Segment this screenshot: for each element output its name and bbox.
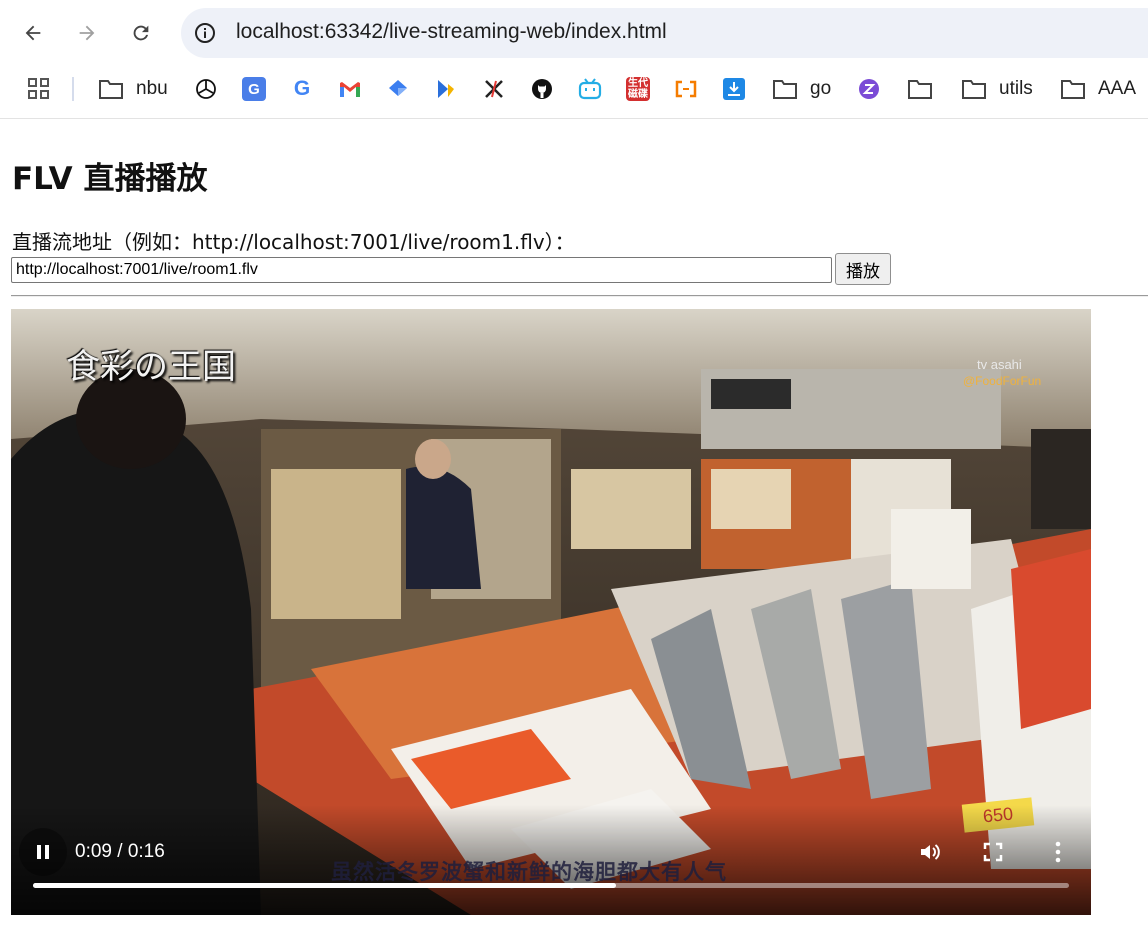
folder-icon bbox=[773, 80, 797, 99]
video-player[interactable]: 食彩の王国 tv asahi @FoodForFun 650 虽然活冬罗波蟹和新… bbox=[11, 309, 1091, 915]
volume-icon bbox=[921, 844, 940, 860]
browser-chrome: localhost:63342/live-streaming-web/index… bbox=[0, 0, 1148, 119]
page-content: FLV 直播播放 直播流地址（例如：http://localhost:7001/… bbox=[0, 119, 1148, 950]
video-subtitle: 虽然活冬罗波蟹和新鲜的海胆都大有人气 bbox=[331, 860, 727, 884]
play-button[interactable]: 播放 bbox=[835, 253, 891, 285]
more-options-button[interactable] bbox=[1043, 837, 1073, 867]
bookmark-bird[interactable] bbox=[434, 74, 458, 104]
divider bbox=[11, 295, 1148, 297]
time-display: 0:09 / 0:16 bbox=[75, 841, 165, 862]
volume-button[interactable] bbox=[915, 837, 945, 867]
bookmark-go[interactable]: go bbox=[772, 74, 831, 104]
bookmark-download[interactable] bbox=[722, 74, 746, 104]
bookmark-google[interactable]: G bbox=[290, 74, 314, 104]
channel-watermark: tv asahi bbox=[977, 357, 1022, 372]
folder-icon bbox=[1061, 80, 1085, 99]
bookmarks-separator bbox=[72, 77, 74, 101]
stream-url-input[interactable] bbox=[11, 257, 832, 283]
apps-grid-icon bbox=[28, 78, 49, 99]
zotero-icon bbox=[859, 79, 879, 99]
bookmark-folder[interactable] bbox=[907, 74, 933, 104]
reload-button[interactable] bbox=[123, 15, 159, 51]
progress-bar[interactable] bbox=[33, 883, 1069, 888]
forward-button[interactable] bbox=[69, 15, 105, 51]
apps-button[interactable] bbox=[27, 74, 51, 104]
fullscreen-button[interactable] bbox=[978, 837, 1008, 867]
diamond-icon bbox=[389, 80, 407, 96]
back-button[interactable] bbox=[15, 15, 51, 51]
bilibili-icon bbox=[578, 78, 602, 100]
openai-icon bbox=[196, 79, 216, 99]
google-icon: G bbox=[293, 77, 311, 100]
folder-icon bbox=[99, 80, 123, 99]
gmail-icon bbox=[340, 82, 360, 97]
bookmarks-bar: nbu G G 生代 磁碟 go utils AAA bbox=[0, 68, 1148, 110]
folder-icon bbox=[962, 80, 986, 99]
more-vertical-icon bbox=[1055, 841, 1061, 863]
brackets-icon bbox=[675, 80, 697, 98]
download-icon bbox=[723, 78, 745, 100]
progress-fill bbox=[33, 883, 616, 888]
url-text[interactable]: localhost:63342/live-streaming-web/index… bbox=[236, 20, 667, 44]
bookmark-x[interactable] bbox=[482, 74, 506, 104]
folder-icon bbox=[908, 80, 932, 99]
pause-icon bbox=[37, 845, 49, 859]
address-bar[interactable]: localhost:63342/live-streaming-web/index… bbox=[181, 8, 1148, 58]
page-title: FLV 直播播放 bbox=[12, 161, 208, 197]
bookmark-nbu[interactable]: nbu bbox=[98, 74, 168, 104]
github-icon bbox=[532, 79, 552, 99]
bookmark-openai[interactable] bbox=[194, 74, 218, 104]
program-logo: 食彩の王国 bbox=[66, 347, 236, 387]
pause-button[interactable] bbox=[19, 828, 67, 876]
reload-icon bbox=[133, 25, 149, 41]
back-arrow-icon bbox=[25, 25, 41, 41]
bookmark-bilibili[interactable] bbox=[578, 74, 602, 104]
x-icon bbox=[485, 80, 503, 98]
bookmark-diamond[interactable] bbox=[386, 74, 410, 104]
google-translate-icon: G bbox=[242, 77, 266, 101]
bird-icon bbox=[438, 80, 454, 98]
fullscreen-icon bbox=[983, 842, 1003, 862]
bookmark-aaa[interactable]: AAA bbox=[1060, 74, 1136, 104]
bookmark-generation[interactable]: 生代 磁碟 bbox=[626, 74, 650, 104]
channel-handle: @FoodForFun bbox=[963, 374, 1042, 388]
info-icon[interactable] bbox=[193, 21, 217, 45]
bookmark-gmail[interactable] bbox=[338, 74, 362, 104]
stream-url-label: 直播流地址（例如：http://localhost:7001/live/room… bbox=[12, 230, 575, 254]
forward-arrow-icon bbox=[79, 25, 95, 41]
bookmark-zotero[interactable] bbox=[857, 74, 881, 104]
bookmark-brackets[interactable] bbox=[674, 74, 698, 104]
generation-icon: 生代 磁碟 bbox=[626, 77, 650, 101]
bookmark-github[interactable] bbox=[530, 74, 554, 104]
bookmark-google-translate[interactable]: G bbox=[242, 74, 266, 104]
bookmark-utils[interactable]: utils bbox=[961, 74, 1033, 104]
